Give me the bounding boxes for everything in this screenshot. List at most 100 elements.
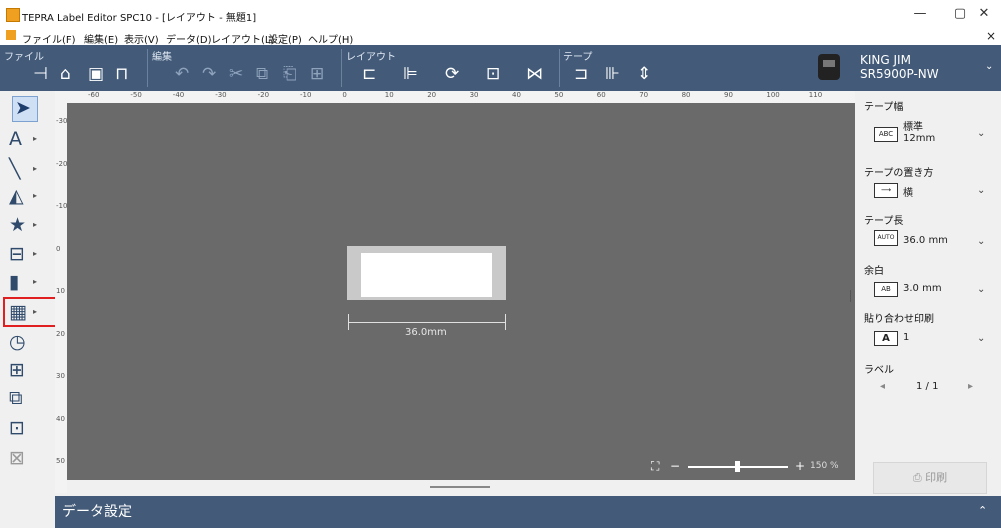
ruler-tick-label: -30 (56, 117, 68, 125)
new-icon[interactable]: ⊣ (33, 65, 48, 83)
ruler-tick-label: 20 (56, 329, 65, 338)
paste-print-chevron-icon[interactable]: ⌄ (977, 333, 985, 344)
panel-splitter[interactable] (850, 290, 851, 302)
app-icon (6, 8, 20, 22)
clipart-tool-icon[interactable]: ★ ▸ (9, 211, 41, 239)
print-icon: ⎙ (912, 471, 926, 484)
margin-label: 余白 (864, 266, 884, 277)
ruler-tick-label: 80 (681, 91, 691, 99)
arrange-icon[interactable]: ⊡ (486, 65, 500, 83)
redo-icon[interactable]: ↷ (202, 65, 216, 83)
image-tool-icon[interactable]: ◭ ▸ (9, 182, 41, 210)
line-tool-icon[interactable]: ╲ ▸ (9, 155, 41, 183)
open-icon[interactable]: ⌂ (60, 65, 71, 83)
printer-brand: KING JIM (860, 53, 911, 67)
menu-layout[interactable]: レイアウト(L) (211, 31, 274, 46)
ruler-tick-label: -10 (300, 91, 312, 99)
ruler-tick-label: -20 (257, 91, 270, 99)
paste-icon[interactable]: ⎗ (283, 65, 297, 83)
next-label-icon[interactable]: ▸ (968, 381, 973, 392)
data-settings-title: データ設定 (62, 504, 132, 520)
ribbon-divider (341, 49, 342, 87)
pointer-icon[interactable]: ➤ (15, 94, 47, 122)
table-tool-icon[interactable]: ⊞ (9, 356, 41, 384)
copy-icon[interactable]: ⧉ (256, 65, 268, 83)
save-icon[interactable]: ▣ (88, 65, 104, 83)
barcode-tool-icon[interactable]: ▮ ▸ (9, 268, 41, 296)
tape-length-icon[interactable]: ⇕ (637, 65, 651, 83)
ruler-tick-label: 110 (808, 91, 823, 99)
datetime-tool-icon[interactable]: ◷ (9, 328, 41, 356)
close-button[interactable]: ✕ (964, 2, 1001, 26)
print-button[interactable]: ⎙ 印刷 (873, 462, 987, 494)
group-file-label: ファイル (4, 52, 44, 63)
orientation-icon: ⟶ (874, 183, 898, 198)
frame-icon[interactable]: ⊏ (362, 65, 376, 83)
ribbon-decor-icon[interactable]: ⋈ (526, 65, 543, 83)
text-tool-icon[interactable]: A ▸ (9, 125, 41, 153)
ruler-tick-label: -20 (56, 159, 68, 168)
tape-width-chevron-icon[interactable]: ⌄ (977, 128, 985, 139)
label-area[interactable] (361, 253, 492, 297)
ruler-tick-label: 50 (554, 91, 564, 99)
zoom-slider-knob[interactable] (735, 461, 740, 472)
menu-edit[interactable]: 編集(E) (84, 31, 118, 46)
printer-chevron-icon[interactable]: ⌄ (985, 61, 993, 72)
menu-settings[interactable]: 設定(P) (268, 31, 302, 46)
label-count-label: ラベル (864, 365, 894, 376)
tape-length-chevron-icon[interactable]: ⌄ (977, 236, 985, 247)
undo-icon[interactable]: ↶ (175, 65, 189, 83)
ruler-tick-label: 40 (56, 414, 65, 423)
delete-icon[interactable]: ⊞ (310, 65, 324, 83)
menu-file[interactable]: ファイル(F) (22, 31, 76, 46)
scroll-thumb[interactable] (430, 486, 490, 488)
paste-print-value[interactable]: 1 (903, 332, 909, 343)
orientation-value[interactable]: 横 (903, 184, 913, 199)
data-settings-bar[interactable] (55, 496, 1001, 528)
rotate-icon[interactable]: ⟳ (445, 65, 459, 83)
minimize-button[interactable]: — (900, 2, 940, 26)
tape-feed-icon[interactable]: ⊐ (574, 65, 588, 83)
fit-icon[interactable]: ⛶ (651, 459, 659, 474)
ruler-tick-label: 0 (56, 244, 61, 253)
ruler-tick-label: 90 (724, 91, 733, 99)
zoom-out-icon[interactable]: − (670, 459, 680, 473)
margin-chevron-icon[interactable]: ⌄ (977, 284, 985, 295)
tape-width-size: 12mm (903, 133, 936, 144)
paste-print-icon: A (874, 331, 898, 346)
serial-tool-icon[interactable]: ⧉ (9, 384, 41, 412)
doc-close-button[interactable]: × (986, 29, 996, 43)
margin-value[interactable]: 3.0 mm (903, 283, 942, 294)
margin-icon: AB (874, 282, 898, 297)
shape-tool-icon[interactable]: ⊟ ▸ (9, 240, 41, 268)
printer-name[interactable]: KING JIM SR5900P-NW (860, 53, 939, 81)
tape-width-value[interactable]: 標準 12mm (903, 122, 935, 144)
group-tape-label: テープ (563, 52, 593, 63)
tape-width-type: 標準 (903, 122, 923, 133)
print-label: 印刷 (925, 471, 948, 484)
book-icon[interactable]: ⊓ (115, 65, 128, 83)
dimension-text: 36.0mm (405, 327, 447, 338)
menu-help[interactable]: ヘルプ(H) (308, 31, 353, 46)
zoom-in-icon[interactable]: + (795, 459, 805, 473)
import-tool-icon[interactable]: ⊡ (9, 414, 41, 442)
menu-view[interactable]: 表示(V) (124, 31, 159, 46)
ribbon-divider (147, 49, 148, 87)
window-title: TEPRA Label Editor SPC10 - [レイアウト - 無題1] (22, 13, 257, 24)
ruler-tick-label: 100 (766, 91, 780, 99)
text-image-tool-icon[interactable]: ⊠ (9, 444, 41, 472)
ruler-tick-label: -40 (172, 91, 185, 99)
expand-chevron-icon[interactable]: ⌃ (978, 504, 987, 517)
orientation-chevron-icon[interactable]: ⌄ (977, 185, 985, 196)
menu-data[interactable]: データ(D) (166, 31, 212, 46)
tape-width-label: テープ幅 (864, 102, 904, 113)
ruler-tick-label: -60 (88, 91, 100, 99)
prev-label-icon[interactable]: ◂ (880, 381, 885, 392)
ruler-tick-label: 30 (469, 91, 479, 99)
tape-length-value[interactable]: 36.0 mm (903, 235, 948, 246)
cut-icon[interactable]: ✂ (229, 65, 243, 83)
orientation-label: テープの置き方 (864, 168, 934, 179)
printer-icon (818, 54, 840, 80)
align-icon[interactable]: ⊫ (403, 65, 418, 83)
tape-cut-icon[interactable]: ⊪ (605, 65, 620, 83)
